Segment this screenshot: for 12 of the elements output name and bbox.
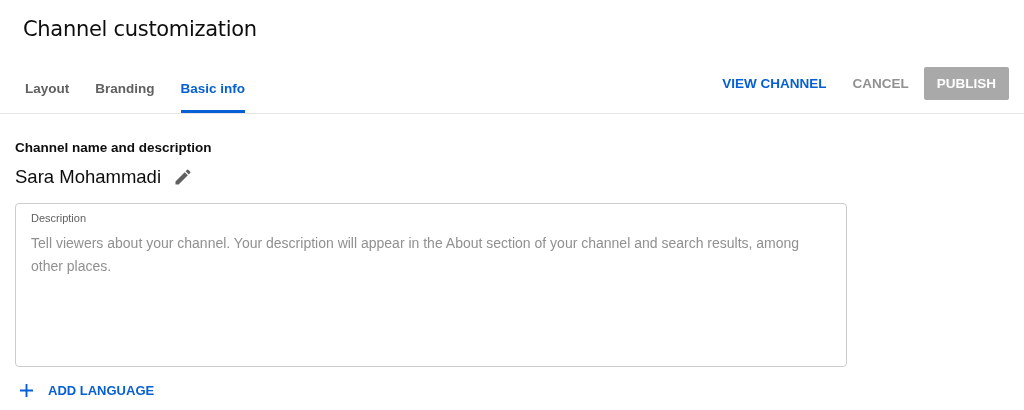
cancel-button[interactable]: CANCEL: [841, 67, 920, 100]
tab[interactable]: Branding: [95, 75, 155, 113]
tab[interactable]: Layout: [25, 75, 70, 113]
field-label: Description: [31, 212, 87, 224]
plus-icon: [19, 383, 34, 398]
pencil-icon[interactable]: [173, 167, 193, 187]
add-language-button[interactable]: ADD LANGUAGE: [15, 383, 155, 398]
page-title: Channel customization: [22, 16, 258, 43]
view-channel-button[interactable]: VIEW CHANNEL: [711, 67, 838, 100]
section-heading: Channel name and description: [15, 140, 213, 155]
tab[interactable]: Basic info: [180, 75, 246, 113]
channel-name: Sara Mohammadi: [15, 166, 161, 188]
